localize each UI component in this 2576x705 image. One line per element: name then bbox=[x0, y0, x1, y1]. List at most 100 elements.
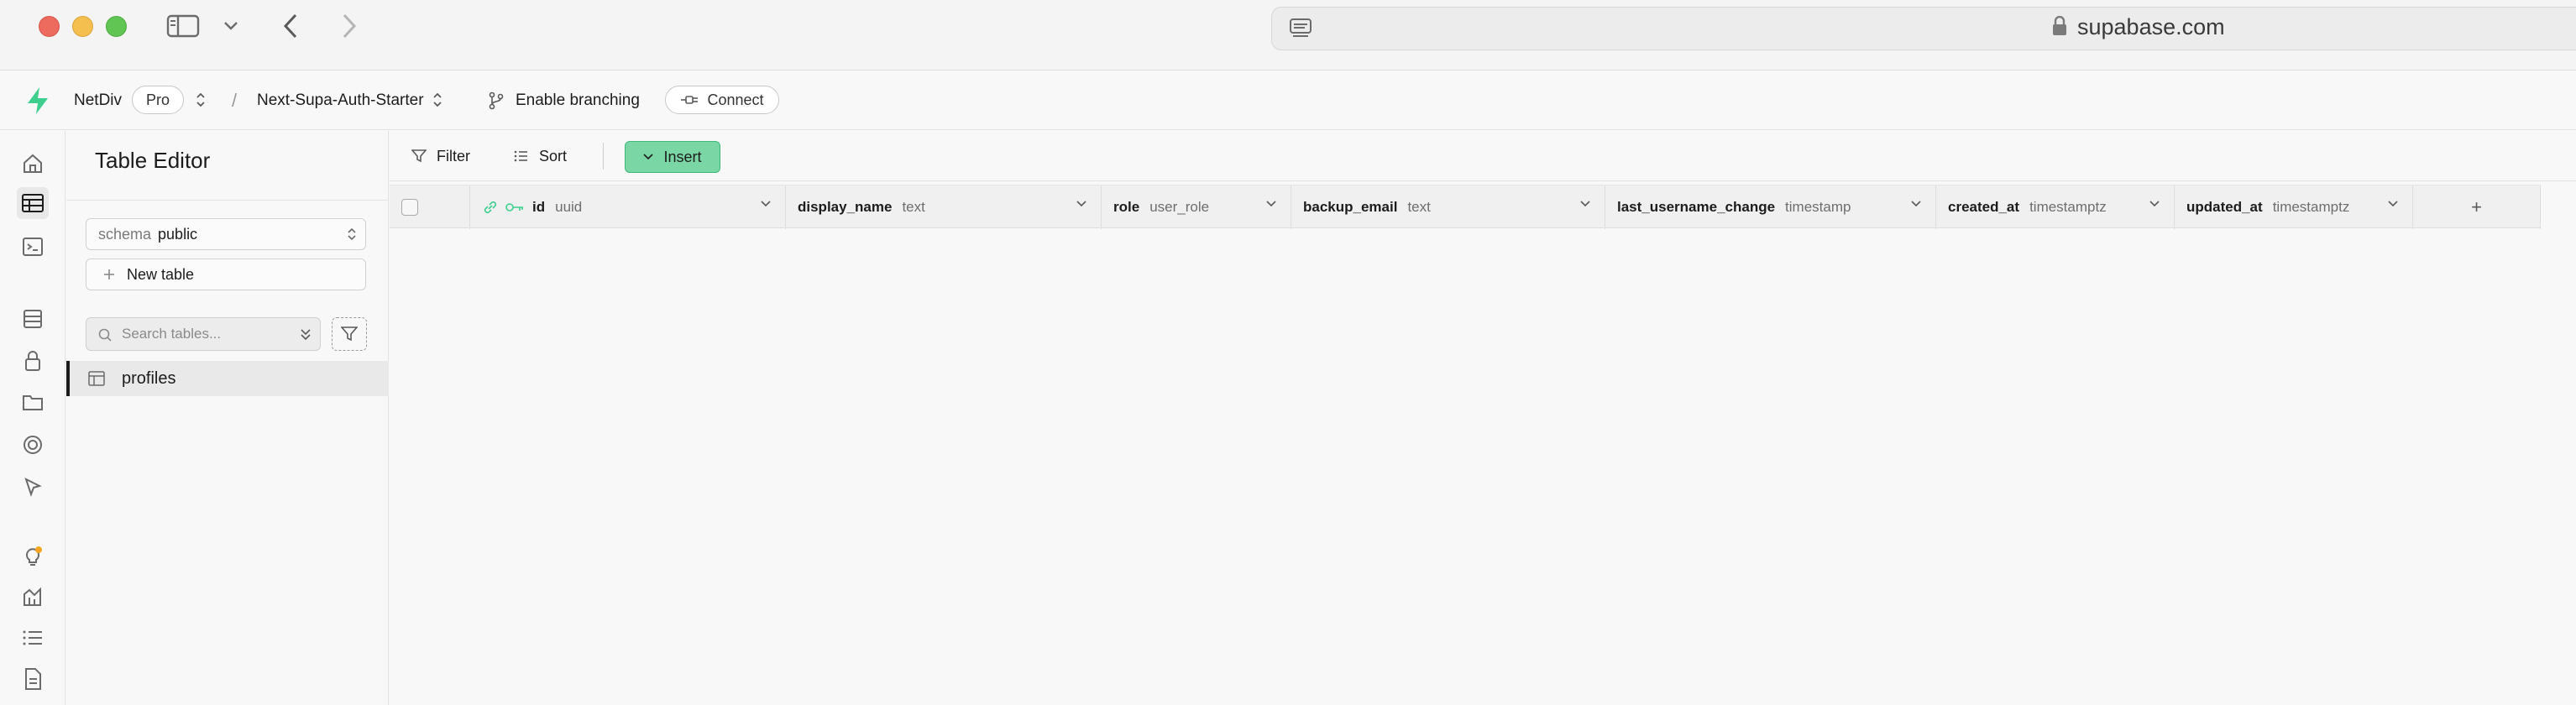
advisors-icon[interactable] bbox=[17, 540, 49, 572]
reports-icon[interactable] bbox=[17, 581, 49, 613]
window-close-button[interactable] bbox=[39, 16, 60, 37]
chevron-down-icon[interactable] bbox=[1910, 200, 1922, 208]
column-name: backup_email bbox=[1303, 199, 1398, 215]
chevron-down-icon[interactable] bbox=[2149, 200, 2160, 208]
new-table-label: New table bbox=[127, 265, 195, 283]
schema-select[interactable]: schema public bbox=[86, 218, 366, 250]
sql-editor-icon[interactable] bbox=[17, 231, 49, 263]
enable-branching-label: Enable branching bbox=[516, 91, 640, 109]
plus-icon bbox=[103, 269, 115, 280]
auth-icon[interactable] bbox=[17, 345, 49, 377]
chevron-down-icon[interactable] bbox=[1076, 200, 1087, 208]
insert-button[interactable]: Insert bbox=[625, 141, 720, 173]
column-name: role bbox=[1113, 199, 1140, 215]
realtime-icon[interactable] bbox=[17, 429, 49, 461]
filter-tables-button[interactable] bbox=[332, 317, 367, 351]
org-switch-chevrons-icon[interactable] bbox=[195, 90, 207, 110]
app-header: NetDiv Pro / Next-Supa-Auth-Starter Enab… bbox=[0, 71, 2576, 130]
table-icon bbox=[88, 371, 105, 386]
grid-toolbar: Filter Sort Insert bbox=[390, 131, 2576, 181]
link-icon bbox=[482, 199, 499, 216]
column-name: updated_at bbox=[2186, 199, 2263, 215]
chevrons-updown-icon bbox=[347, 226, 357, 243]
plan-badge: Pro bbox=[132, 86, 184, 114]
column-header-updated-at[interactable]: updated_at timestamptz bbox=[2175, 185, 2413, 229]
sidebar-toggle-icon[interactable] bbox=[166, 12, 200, 40]
browser-toolbar: supabase.com bbox=[0, 0, 2576, 70]
edge-functions-icon[interactable] bbox=[17, 471, 49, 503]
filter-icon bbox=[411, 149, 427, 163]
column-header-role[interactable]: role user_role bbox=[1102, 185, 1291, 229]
enable-branching-button[interactable]: Enable branching bbox=[489, 86, 640, 115]
schema-value: public bbox=[158, 225, 198, 243]
back-icon[interactable] bbox=[274, 12, 307, 40]
filter-icon bbox=[341, 326, 358, 342]
docs-icon[interactable] bbox=[17, 663, 49, 695]
storage-icon[interactable] bbox=[17, 386, 49, 418]
new-table-button[interactable]: New table bbox=[86, 258, 366, 290]
main-content: Filter Sort Insert id uuid display_name … bbox=[390, 131, 2576, 705]
chevron-down-icon[interactable] bbox=[1579, 200, 1591, 208]
table-editor-sidebar: Table Editor schema public New table Sea… bbox=[66, 131, 389, 705]
column-header-display-name[interactable]: display_name text bbox=[786, 185, 1102, 229]
reader-icon[interactable] bbox=[1284, 14, 1317, 43]
column-header-backup-email[interactable]: backup_email text bbox=[1291, 185, 1605, 229]
window-maximize-button[interactable] bbox=[106, 16, 127, 37]
column-type: timestamp bbox=[1785, 199, 1851, 215]
forward-icon[interactable] bbox=[332, 12, 366, 40]
grid-header-row: id uuid display_name text role user_role… bbox=[390, 185, 2541, 229]
select-all-checkbox[interactable] bbox=[401, 199, 418, 216]
insert-label: Insert bbox=[663, 148, 702, 165]
connect-button[interactable]: Connect bbox=[665, 86, 779, 114]
column-header-created-at[interactable]: created_at timestamptz bbox=[1936, 185, 2175, 229]
column-header-last-username-change[interactable]: last_username_change timestamp bbox=[1605, 185, 1936, 229]
key-icon bbox=[505, 201, 524, 213]
sort-icon bbox=[514, 149, 529, 163]
chevron-down-icon[interactable] bbox=[2387, 200, 2399, 208]
chevron-down-icon bbox=[643, 154, 654, 160]
filter-button[interactable]: Filter bbox=[411, 143, 470, 170]
sidebar-title: Table Editor bbox=[95, 148, 211, 173]
add-column-button[interactable]: + bbox=[2413, 185, 2541, 229]
plug-icon bbox=[680, 94, 699, 106]
supabase-logo-icon[interactable] bbox=[25, 86, 50, 115]
search-placeholder: Search tables... bbox=[122, 326, 222, 342]
table-editor-icon[interactable] bbox=[17, 187, 49, 219]
table-item-label: profiles bbox=[122, 368, 176, 388]
chevron-down-icon[interactable] bbox=[218, 12, 243, 40]
chevron-down-icon[interactable] bbox=[760, 200, 772, 208]
toolbar-divider bbox=[603, 143, 604, 170]
sidebar-item-profiles[interactable]: profiles bbox=[66, 361, 389, 396]
project-name[interactable]: Next-Supa-Auth-Starter bbox=[257, 91, 424, 110]
nav-rail bbox=[0, 131, 65, 705]
branch-icon bbox=[489, 91, 504, 110]
column-type: timestamptz bbox=[2029, 199, 2107, 215]
window-minimize-button[interactable] bbox=[72, 16, 93, 37]
select-all-cell bbox=[390, 185, 470, 229]
filter-label: Filter bbox=[437, 147, 470, 164]
home-icon[interactable] bbox=[17, 148, 49, 180]
sort-label: Sort bbox=[539, 147, 568, 164]
column-type: text bbox=[1407, 199, 1431, 215]
column-type: user_role bbox=[1149, 199, 1210, 215]
schema-prefix: schema bbox=[98, 225, 152, 243]
chevron-down-icon[interactable] bbox=[1265, 200, 1277, 208]
sidebar-divider bbox=[66, 200, 389, 201]
lock-icon bbox=[2052, 16, 2067, 36]
connect-label: Connect bbox=[707, 91, 764, 108]
sort-button[interactable]: Sort bbox=[514, 143, 567, 170]
address-bar[interactable] bbox=[1271, 7, 2576, 50]
column-type: text bbox=[902, 199, 925, 215]
column-header-id[interactable]: id uuid bbox=[470, 185, 786, 229]
search-icon bbox=[98, 328, 112, 342]
chevrons-down-icon[interactable] bbox=[300, 328, 312, 342]
logs-icon[interactable] bbox=[17, 622, 49, 654]
project-switch-chevrons-icon[interactable] bbox=[432, 90, 443, 110]
org-name[interactable]: NetDiv bbox=[74, 91, 122, 110]
column-name: display_name bbox=[798, 199, 893, 215]
column-name: id bbox=[532, 199, 546, 215]
column-type: uuid bbox=[555, 199, 583, 215]
search-tables-input[interactable]: Search tables... bbox=[86, 317, 321, 351]
column-name: last_username_change bbox=[1617, 199, 1776, 215]
database-icon[interactable] bbox=[17, 303, 49, 335]
